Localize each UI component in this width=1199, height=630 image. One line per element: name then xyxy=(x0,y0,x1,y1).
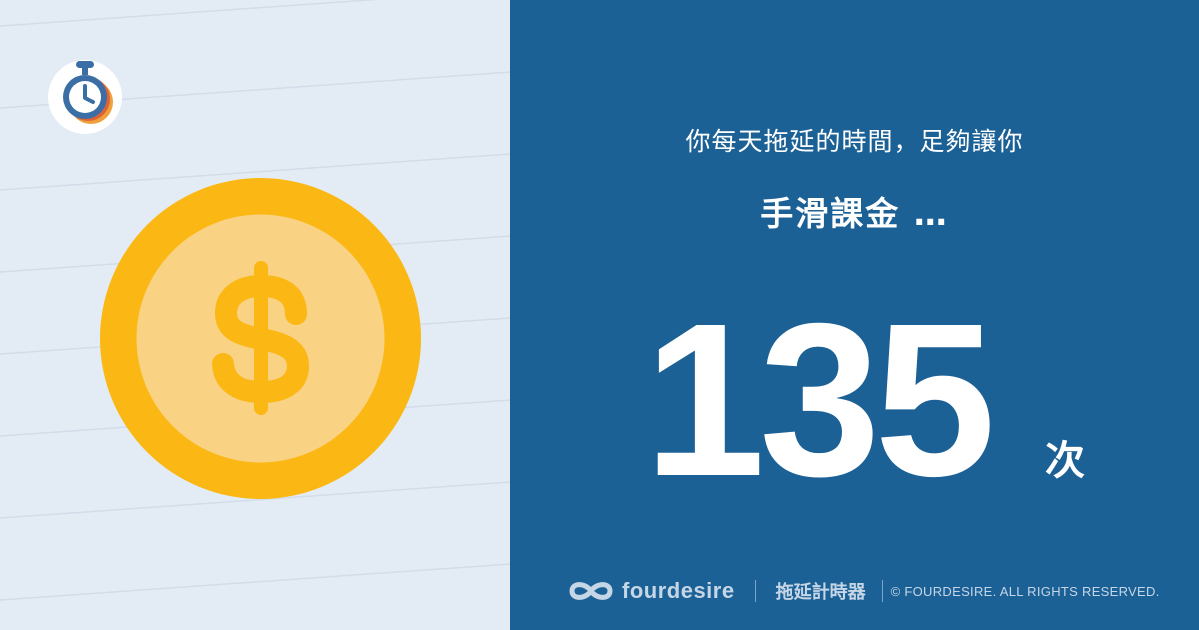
footer-divider xyxy=(754,580,756,602)
headline: 你每天拖延的時間，足夠讓你 xyxy=(685,127,1024,156)
footer-divider xyxy=(881,580,883,602)
dollar-coin-icon xyxy=(100,178,421,499)
count-value: 135 xyxy=(644,279,996,522)
illustration-panel xyxy=(0,0,510,630)
infinity-icon xyxy=(569,582,613,600)
count-unit: 次 xyxy=(1045,438,1085,484)
result-panel: 你每天拖延的時間，足夠讓你 手滑課金 … 135 次 fourdesire 拖延… xyxy=(510,0,1199,630)
footer: fourdesire 拖延計時器 © FOURDESIRE. ALL RIGHT… xyxy=(568,575,1160,607)
activity-title: 手滑課金 … xyxy=(760,194,949,233)
brand-name: fourdesire xyxy=(622,578,735,603)
stopwatch-icon xyxy=(48,60,122,134)
copyright-text: © FOURDESIRE. ALL RIGHTS RESERVED. xyxy=(890,583,1160,599)
brand: fourdesire xyxy=(568,578,735,604)
product-name: 拖延計時器 xyxy=(775,582,866,603)
